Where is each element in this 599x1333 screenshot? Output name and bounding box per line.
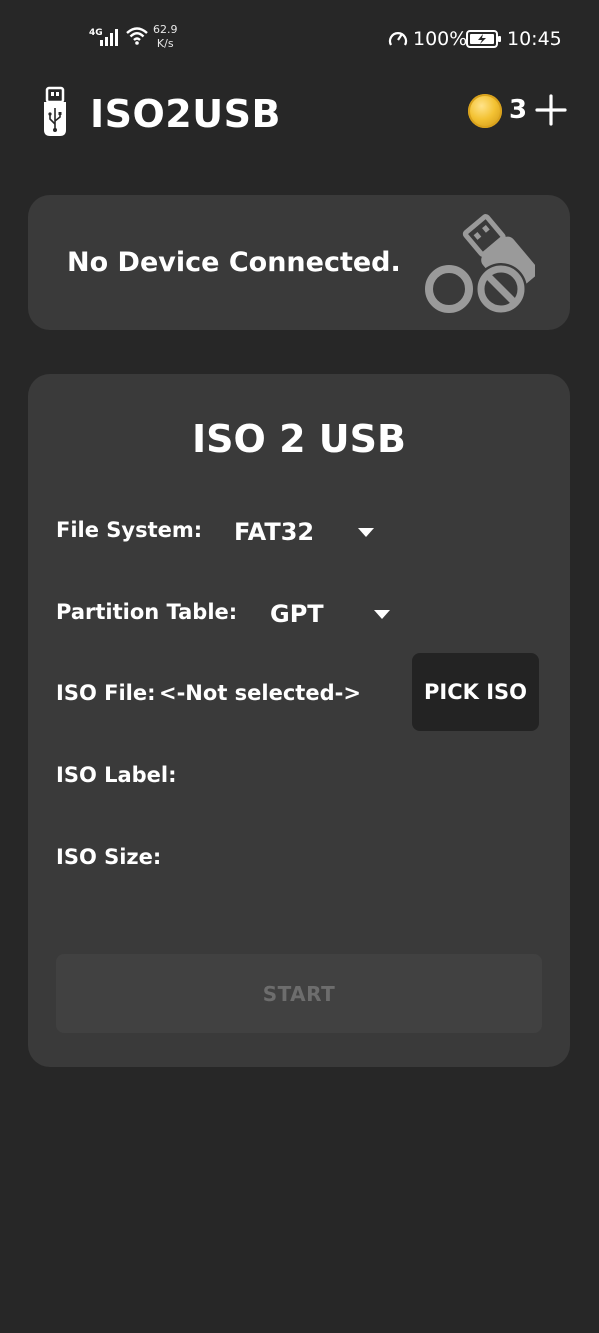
device-status-card: No Device Connected. bbox=[28, 195, 570, 330]
usb-blocked-icon bbox=[425, 214, 535, 315]
status-bar: 4G 62.9 K/s 100% 10:45 bbox=[0, 0, 599, 76]
partition-table-label: Partition Table: bbox=[56, 600, 238, 624]
pick-iso-button[interactable]: PICK ISO bbox=[412, 653, 539, 731]
iso-size-label: ISO Size: bbox=[56, 845, 162, 869]
signal-icon bbox=[100, 29, 118, 46]
coin-icon bbox=[468, 94, 502, 128]
chevron-down-icon bbox=[358, 528, 374, 537]
battery-charging-icon bbox=[466, 30, 501, 48]
network-speed-value: 62.9 bbox=[153, 23, 178, 36]
file-system-value: FAT32 bbox=[234, 518, 315, 546]
partition-table-dropdown[interactable]: GPT bbox=[270, 594, 400, 634]
plus-icon bbox=[535, 94, 567, 126]
app-title: ISO2USB bbox=[90, 92, 281, 136]
network-speed: 62.9 K/s bbox=[153, 23, 178, 51]
iso-file-label: ISO File: bbox=[56, 681, 156, 705]
network-speed-unit: K/s bbox=[156, 37, 174, 50]
file-system-label: File System: bbox=[56, 518, 203, 542]
battery-percent: 100% bbox=[413, 28, 468, 50]
iso-form-card: ISO 2 USB File System: FAT32 Partition T… bbox=[28, 374, 570, 1067]
file-system-dropdown[interactable]: FAT32 bbox=[234, 512, 384, 552]
device-status-text: No Device Connected. bbox=[67, 247, 401, 278]
chevron-down-icon bbox=[374, 610, 390, 619]
clock: 10:45 bbox=[507, 28, 562, 50]
wifi-icon bbox=[126, 27, 148, 45]
iso-label-label: ISO Label: bbox=[56, 763, 177, 787]
start-button[interactable]: START bbox=[56, 954, 542, 1033]
coin-count: 3 bbox=[509, 95, 528, 125]
usb-stick-icon bbox=[44, 86, 66, 136]
form-title: ISO 2 USB bbox=[192, 417, 406, 461]
iso-file-value: <-Not selected-> bbox=[159, 681, 361, 705]
add-coins-button[interactable] bbox=[533, 92, 569, 128]
speedometer-icon bbox=[388, 32, 408, 46]
partition-table-value: GPT bbox=[270, 600, 324, 628]
